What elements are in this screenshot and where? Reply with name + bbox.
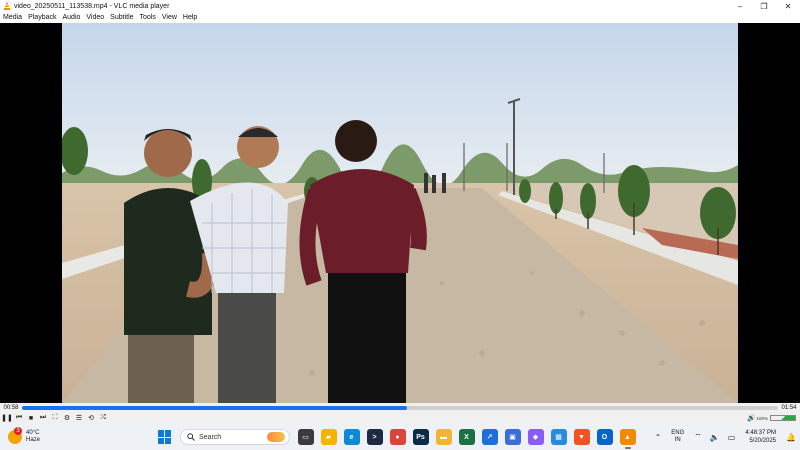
clock-time: 4:48:37 PM — [745, 430, 777, 436]
close-button[interactable]: ✕ — [776, 0, 800, 12]
weather-badge: 3 — [14, 427, 22, 435]
speaker-icon[interactable]: 🔊 — [746, 413, 756, 423]
lang-bottom: IN — [674, 437, 681, 443]
volume-percent: 100% — [756, 415, 768, 421]
sun-icon: 3 — [8, 427, 22, 444]
minimize-button[interactable]: – — [728, 0, 752, 12]
photos-icon[interactable]: ▣ — [504, 429, 521, 445]
system-tray: ⌃ ENG IN ⌔ 🔈 ▭ 4:48:37 PM 5/20/2025 🔔 — [651, 424, 800, 450]
start-button[interactable] — [158, 430, 172, 444]
volume-control[interactable]: 🔊 100% — [744, 413, 796, 423]
excel-icon[interactable]: X — [458, 429, 475, 445]
language-indicator[interactable]: ENG IN — [671, 430, 684, 444]
title-bar: video_20250511_113538.mp4 - VLC media pl… — [0, 0, 800, 12]
terminal-icon[interactable]: > — [366, 429, 383, 445]
clock[interactable]: 4:48:37 PM 5/20/2025 — [745, 429, 776, 445]
search-icon — [187, 433, 195, 441]
video-frame[interactable] — [62, 23, 738, 403]
duration-time: 01:54 — [781, 404, 797, 411]
task-view-icon[interactable]: ▭ — [297, 429, 314, 445]
chevron-up-icon[interactable]: ⌃ — [655, 433, 662, 442]
menu-view[interactable]: View — [159, 14, 180, 21]
random-button[interactable]: ⤮ — [98, 413, 108, 423]
elapsed-time: 00:58 — [3, 404, 19, 411]
seek-row: 00:58 01:54 — [0, 403, 800, 412]
menu-help[interactable]: Help — [180, 14, 200, 21]
search-box[interactable]: Search — [180, 429, 290, 445]
window-title: video_20250511_113538.mp4 - VLC media pl… — [14, 2, 170, 10]
app-blue-icon[interactable]: ↗ — [481, 429, 498, 445]
taskbar: 3 40°C Haze Search ▭ ▰ e > ● Ps ▬ X ↗ ▣ ◆ ▦ ▼ O ▲ ⌃ EN… — [0, 424, 800, 450]
clock-date: 5/20/2025 — [749, 438, 777, 444]
vlc-cone-icon — [3, 1, 11, 10]
controls-row: ❚❚ ⏮ ■ ⏭ ⛶ ⚙ ☰ ⟲ ⤮ 🔊 100% — [0, 412, 800, 424]
notification-bell-icon[interactable]: 🔔 — [786, 433, 796, 442]
fullscreen-button[interactable]: ⛶ — [50, 413, 60, 423]
loop-button[interactable]: ⟲ — [86, 413, 96, 423]
previous-button[interactable]: ⏮ — [14, 413, 24, 423]
photoshop-icon[interactable]: Ps — [412, 429, 429, 445]
video-area[interactable] — [0, 23, 800, 403]
menu-bar: Media Playback Audio Video Subtitle Tool… — [0, 12, 800, 23]
maximize-button[interactable]: ❐ — [752, 0, 776, 12]
file-explorer-icon[interactable]: ▰ — [320, 429, 337, 445]
extended-settings-button[interactable]: ⚙ — [62, 413, 72, 423]
wifi-icon[interactable]: ⌔ — [694, 432, 702, 442]
edge-icon[interactable]: e — [343, 429, 360, 445]
pause-button[interactable]: ❚❚ — [1, 413, 13, 423]
search-placeholder: Search — [199, 433, 222, 441]
battery-icon[interactable]: ▭ — [728, 433, 736, 442]
playlist-button[interactable]: ☰ — [74, 413, 84, 423]
volume-slider[interactable] — [770, 415, 796, 421]
stop-button[interactable]: ■ — [26, 413, 36, 423]
folder-icon[interactable]: ▬ — [435, 429, 452, 445]
chrome-icon[interactable]: ● — [389, 429, 406, 445]
calendar-icon[interactable]: ▦ — [550, 429, 567, 445]
weather-widget[interactable]: 3 40°C Haze — [0, 427, 80, 444]
menu-media[interactable]: Media — [0, 14, 25, 21]
seek-progress-fill — [22, 405, 407, 410]
next-button[interactable]: ⏭ — [38, 413, 48, 423]
menu-subtitle[interactable]: Subtitle — [107, 14, 136, 21]
lang-top: ENG — [671, 430, 685, 436]
menu-video[interactable]: Video — [83, 14, 107, 21]
menu-audio[interactable]: Audio — [59, 14, 83, 21]
menu-tools[interactable]: Tools — [137, 14, 159, 21]
brave-icon[interactable]: ▼ — [573, 429, 590, 445]
menu-playback[interactable]: Playback — [25, 14, 59, 21]
volume-tray-icon[interactable]: 🔈 — [710, 433, 720, 442]
search-highlight-icon — [267, 432, 285, 442]
weather-temp: 40°C — [26, 430, 40, 436]
copilot-icon[interactable]: ◆ — [527, 429, 544, 445]
taskbar-apps: Search ▭ ▰ e > ● Ps ▬ X ↗ ▣ ◆ ▦ ▼ O ▲ — [158, 424, 639, 450]
seek-slider[interactable] — [22, 405, 778, 410]
weather-condition: Haze — [26, 437, 41, 443]
vlc-icon[interactable]: ▲ — [619, 429, 636, 449]
outlook-icon[interactable]: O — [596, 429, 613, 445]
